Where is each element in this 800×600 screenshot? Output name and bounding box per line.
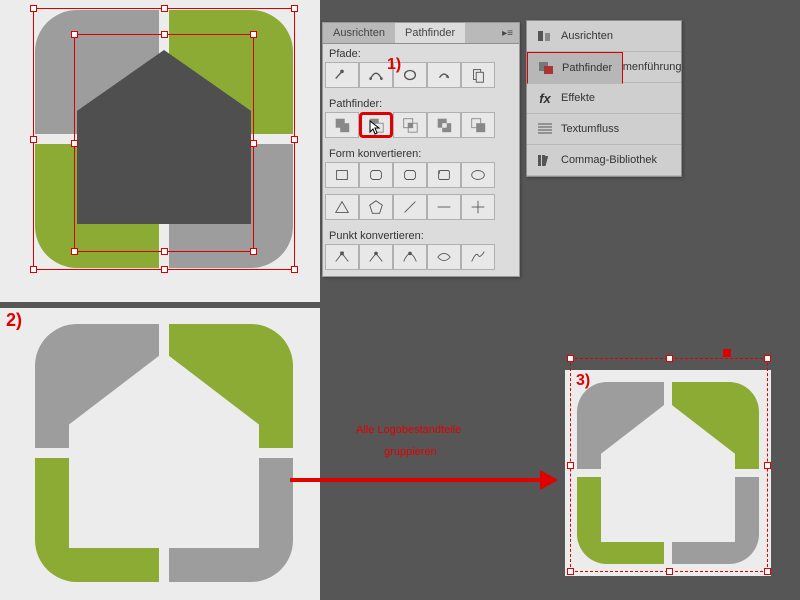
rotate-handle[interactable] (723, 349, 731, 357)
pf-exclude-icon[interactable] (427, 112, 461, 138)
dock-label: Commag-Bibliothek (561, 154, 657, 166)
point-plain-icon[interactable] (325, 244, 359, 270)
annotation-text: Alle Logobestandteilegruppieren (356, 418, 461, 462)
pathfinder-panel: Ausrichten Pathfinder ▸≡ Pfade: Pathfind… (322, 22, 520, 277)
panel-dock: Ausrichten Pathfinder Datenzusammenführu… (526, 20, 682, 177)
shape-bevel-icon[interactable] (393, 162, 427, 188)
dock-label: Textumfluss (561, 123, 619, 135)
cursor-icon (369, 120, 383, 136)
stage-2-canvas (0, 308, 320, 600)
pathfinder-row (323, 112, 519, 144)
path-join-icon[interactable] (325, 62, 359, 88)
pf-intersect-icon[interactable] (393, 112, 427, 138)
section-convert-shape-label: Form konvertieren: (323, 144, 519, 162)
point-smooth-icon[interactable] (393, 244, 427, 270)
effects-icon: fx (537, 91, 553, 105)
pages-icon[interactable] (461, 62, 495, 88)
point-cusp-icon[interactable] (461, 244, 495, 270)
logo-step2 (35, 324, 293, 582)
align-icon (537, 29, 553, 43)
stage-1-canvas (0, 0, 320, 302)
section-convert-point-label: Punkt konvertieren: (323, 226, 519, 244)
point-symmetric-icon[interactable] (427, 244, 461, 270)
marker-1: 1) (387, 56, 401, 74)
shape-rect-icon[interactable] (325, 162, 359, 188)
pathfinder-icon (538, 61, 554, 75)
dock-label: Effekte (561, 92, 595, 104)
paths-row (323, 62, 519, 94)
panel-menu-icon[interactable]: ▸≡ (496, 26, 519, 41)
library-icon (537, 153, 553, 167)
dock-effects[interactable]: fx Effekte (527, 83, 681, 114)
shape-triangle-icon[interactable] (325, 194, 359, 220)
marker-3: 3) (576, 372, 590, 390)
dock-library[interactable]: Commag-Bibliothek (527, 145, 681, 176)
section-paths-label: Pfade: (323, 44, 519, 62)
arrow-icon (290, 478, 556, 482)
tab-align[interactable]: Ausrichten (323, 23, 395, 43)
dock-textwrap[interactable]: Textumfluss (527, 114, 681, 145)
dock-align[interactable]: Ausrichten (527, 21, 681, 52)
dock-pathfinder[interactable]: Pathfinder (527, 52, 623, 84)
selection-inner[interactable] (74, 34, 254, 252)
section-pathfinder-label: Pathfinder: (323, 94, 519, 112)
pf-minusback-icon[interactable] (461, 112, 495, 138)
shape-polygon-icon[interactable] (359, 194, 393, 220)
shape-vline-icon[interactable] (461, 194, 495, 220)
shape-hline-icon[interactable] (427, 194, 461, 220)
marker-2: 2) (6, 310, 22, 331)
shape-inverse-round-icon[interactable] (427, 162, 461, 188)
selection-group[interactable] (570, 358, 768, 572)
shape-roundrect-icon[interactable] (359, 162, 393, 188)
dock-label: Ausrichten (561, 30, 613, 42)
pf-subtract-icon[interactable] (359, 112, 393, 138)
textwrap-icon (537, 122, 553, 136)
tab-pathfinder[interactable]: Pathfinder (395, 23, 465, 43)
shape-line-icon[interactable] (393, 194, 427, 220)
shape-ellipse-icon[interactable] (461, 162, 495, 188)
point-corner-icon[interactable] (359, 244, 393, 270)
dock-label: Pathfinder (562, 62, 612, 74)
path-reverse-icon[interactable] (427, 62, 461, 88)
pf-add-icon[interactable] (325, 112, 359, 138)
